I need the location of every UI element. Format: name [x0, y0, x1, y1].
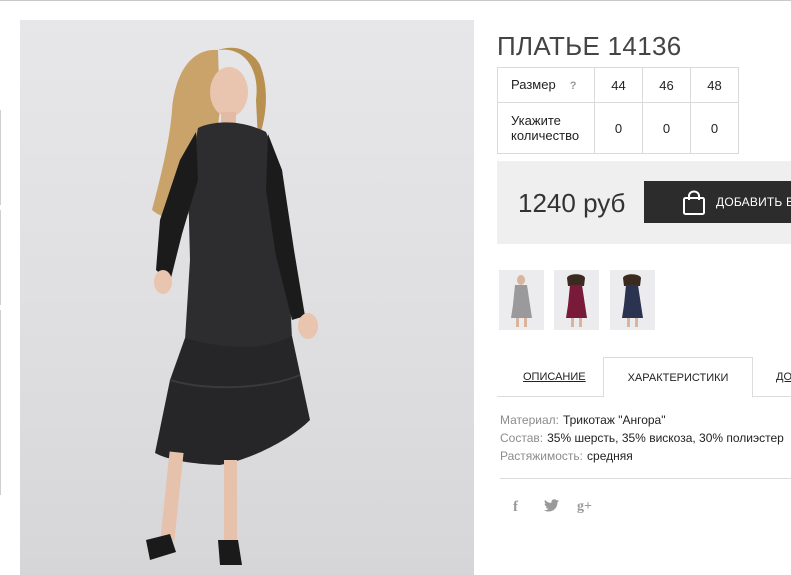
spec-key: Материал: [500, 413, 559, 427]
spec-row: Состав: 35% шерсть, 35% вискоза, 30% поли… [500, 429, 784, 447]
product-title: ПЛАТЬЕ 14136 [497, 31, 682, 62]
quantity-row: Укажите количество 0 0 0 [497, 102, 739, 154]
size-value: 44 [594, 67, 643, 103]
size-value: 46 [642, 67, 691, 103]
twitter-icon[interactable] [544, 499, 559, 515]
product-page: ПЛАТЬЕ 14136 Размер? 44 46 48 Укажите ко… [0, 0, 791, 575]
tab-delivery[interactable]: ДО [776, 357, 791, 397]
shopping-bag-icon [682, 190, 706, 221]
google-plus-icon[interactable]: g+ [577, 499, 592, 515]
size-value: 48 [690, 67, 739, 103]
divider [500, 478, 791, 479]
spec-key: Состав: [500, 431, 544, 445]
spec-row: Растяжимость: средняя [500, 447, 784, 465]
tab-characteristics[interactable]: ХАРАКТЕРИСТИКИ [603, 357, 753, 398]
product-tabs: ОПИСАНИЕ ХАРАКТЕРИСТИКИ ДО [497, 357, 791, 398]
thumbnail-navy[interactable] [610, 270, 655, 330]
thumbnail-grey[interactable] [499, 270, 544, 330]
top-border [0, 0, 791, 1]
tab-description[interactable]: ОПИСАНИЕ [523, 357, 586, 397]
add-to-cart-button[interactable]: ДОБАВИТЬ В [644, 181, 791, 223]
size-label: Размер [511, 76, 556, 92]
main-product-photo[interactable] [20, 20, 474, 575]
facebook-icon[interactable]: f [513, 499, 518, 516]
quantity-field[interactable]: 0 [642, 102, 691, 154]
add-to-cart-label: ДОБАВИТЬ В [716, 195, 791, 209]
quantity-label: Укажите количество [497, 102, 595, 154]
thumbnail-burgundy[interactable] [554, 270, 599, 330]
size-table: Размер? 44 46 48 Укажите количество 0 0 … [497, 67, 739, 154]
characteristics-list: Материал: Трикотаж "Ангора" Состав: 35% ше… [500, 411, 784, 465]
quantity-field[interactable]: 0 [594, 102, 643, 154]
quantity-field[interactable]: 0 [690, 102, 739, 154]
price-bar: 1240 руб ДОБАВИТЬ В [497, 161, 791, 244]
spec-value: 35% шерсть, 35% вискоза, 30% полиэстер [547, 431, 784, 445]
size-label-cell: Размер? [497, 67, 595, 103]
size-row: Размер? 44 46 48 [497, 67, 739, 103]
spec-row: Материал: Трикотаж "Ангора" [500, 411, 784, 429]
product-price: 1240 руб [518, 188, 626, 218]
dress-model-image [146, 47, 318, 565]
spec-value: средняя [587, 449, 633, 463]
spec-value: Трикотаж "Ангора" [562, 413, 666, 427]
size-help-icon[interactable]: ? [570, 79, 577, 94]
spec-key: Растяжимость: [500, 449, 584, 463]
